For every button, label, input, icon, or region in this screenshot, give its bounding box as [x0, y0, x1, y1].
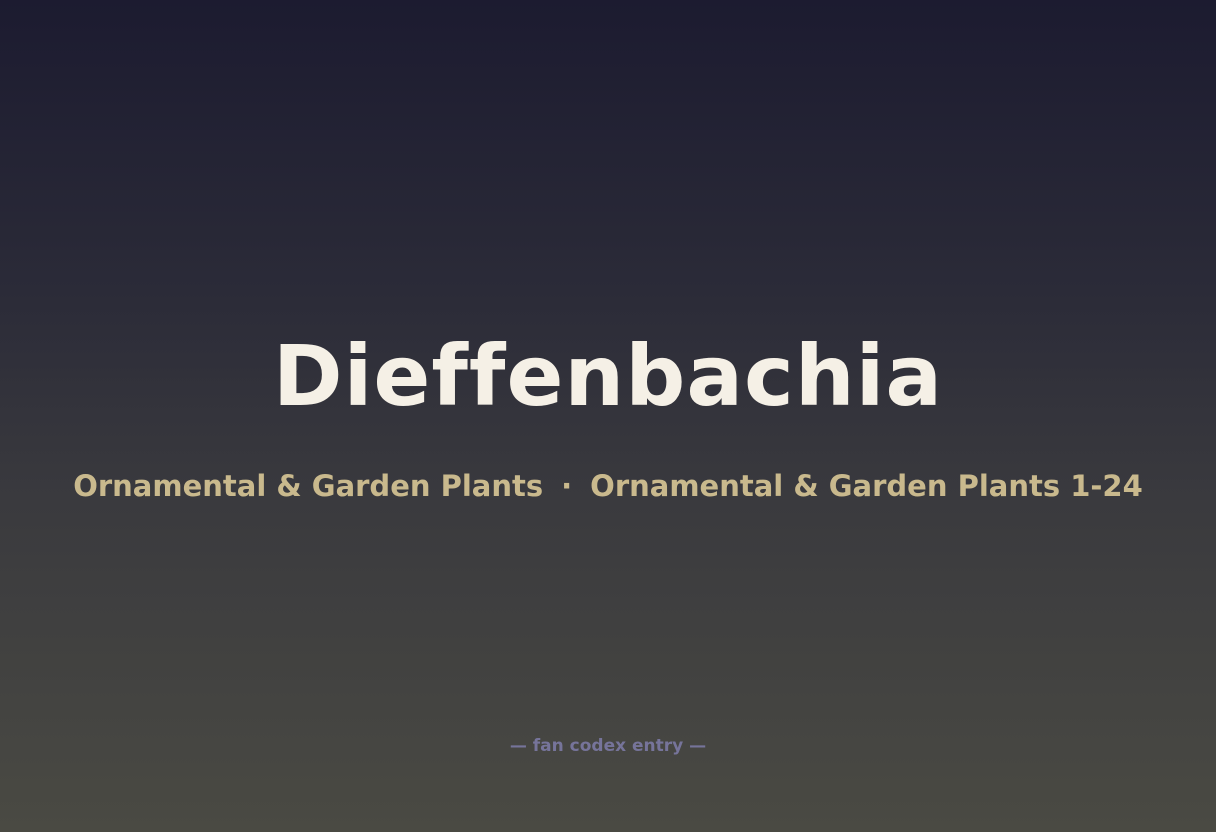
subtitle: Ornamental & Garden Plants · Ornamental & …: [0, 466, 1216, 506]
subtitle-range: Ornamental & Garden Plants 1-24: [590, 469, 1143, 503]
subtitle-category: Ornamental & Garden Plants: [73, 469, 544, 503]
subtitle-separator: ·: [561, 469, 573, 503]
page-title: Dieffenbachia: [272, 327, 944, 425]
footer-caption: — fan codex entry —: [509, 736, 707, 756]
